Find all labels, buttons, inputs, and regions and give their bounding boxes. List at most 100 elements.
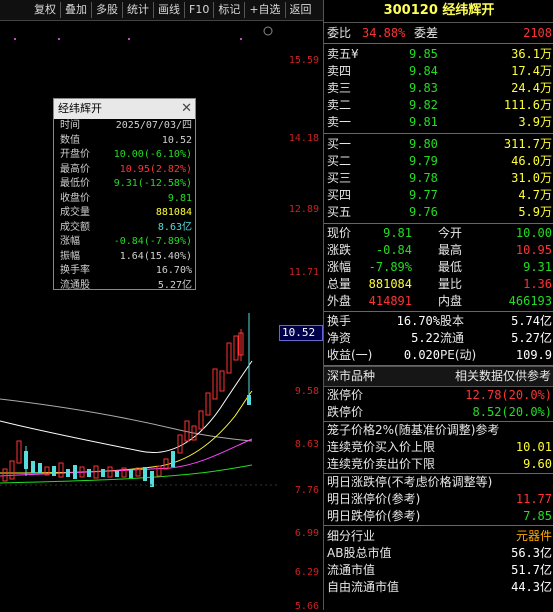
price-axis: 15.59 14.18 12.89 11.71 9.58 8.63 7.76 6… xyxy=(278,21,323,612)
stock-title: 300120 经纬辉开 xyxy=(324,0,553,23)
buy-order-row[interactable]: 买三 9.78 31.0万 xyxy=(324,170,553,187)
quote-label: 最低 xyxy=(438,260,463,274)
toolbar-button-multi-stock[interactable]: 多股 xyxy=(92,2,123,18)
industry-row-value: 56.3亿 xyxy=(511,546,552,560)
toolbar-button-add-watchlist[interactable]: +自选 xyxy=(245,2,286,18)
quote-label: 今开 xyxy=(438,226,463,240)
buy-level-label: 买四 xyxy=(327,188,352,202)
current-price-tag: 10.52 xyxy=(279,325,323,341)
quote-value: 1.36 xyxy=(523,277,552,291)
market-note: 相关数据仅供参考 xyxy=(454,369,551,383)
popup-row-value: 5.27亿 xyxy=(157,279,192,291)
toolbar-button-fuquan[interactable]: 复权 xyxy=(30,2,61,18)
price-tick: 9.58 xyxy=(294,386,319,397)
popup-row: 最低价 9.31(-12.58%) xyxy=(54,177,195,192)
industry-row: 自由流通市值 44.3亿 xyxy=(324,579,553,596)
limit-row: 跌停价 8.52(20.0%) xyxy=(324,404,553,421)
toolbar-button-back[interactable]: 返回 xyxy=(286,2,316,18)
price-tick: 6.29 xyxy=(294,567,319,578)
share-stats: 换手 16.70% 股本 5.74亿 净资 5.22 流通 5.27亿 收益(一) 0.020 PE… xyxy=(324,312,553,366)
popup-row-label: 流通股 xyxy=(60,279,90,291)
sell-level-label: 卖五¥ xyxy=(327,47,359,61)
order-price: 9.85 xyxy=(409,47,438,61)
tomorrow-row-label: 明日涨跌停(不考虑价格调整等) xyxy=(327,475,493,489)
buy-level-label: 买一 xyxy=(327,137,352,151)
limit-row: 涨停价 12.78(20.0%) xyxy=(324,387,553,404)
buy-order-row[interactable]: 买二 9.79 46.0万 xyxy=(324,153,553,170)
quote-label: 外盘 xyxy=(327,294,352,308)
candles xyxy=(2,313,251,487)
stats-label: PE(动) xyxy=(440,348,477,362)
cage-row-label: 连续竞价买入价上限 xyxy=(327,440,436,454)
popup-row-value: 10.52 xyxy=(161,134,192,146)
sell-order-row[interactable]: 卖一 9.81 3.9万 xyxy=(324,114,553,131)
price-tick: 14.18 xyxy=(288,133,319,144)
market-type: 深市品种 xyxy=(327,369,376,383)
stats-label: 收益(一) xyxy=(327,348,373,362)
sell-order-row[interactable]: 卖五¥ 9.85 36.1万 xyxy=(324,46,553,63)
close-icon[interactable]: ✕ xyxy=(181,99,192,119)
weibi-label: 委比 xyxy=(327,26,352,40)
ma-line-gray xyxy=(0,398,253,442)
tomorrow-row-label: 明日跌停价(参考) xyxy=(327,509,421,523)
toolbar-button-overlay[interactable]: 叠加 xyxy=(61,2,92,18)
popup-title: 经纬辉开 xyxy=(58,102,102,115)
stats-value: 5.27亿 xyxy=(511,331,552,345)
candle-info-popup[interactable]: 经纬辉开 ✕ 时间 2025/07/03/四 数值 10.52 开盘价 10.00(-6.… xyxy=(53,98,196,291)
chart-toolbar: 复权 叠加 多股 统计 画线 F10 标记 +自选 返回 xyxy=(0,0,323,21)
stats-value: 0.020 xyxy=(403,348,440,362)
limit-row-label: 涨停价 xyxy=(327,388,364,402)
sell-order-row[interactable]: 卖二 9.82 111.6万 xyxy=(324,97,553,114)
quote-value: -7.89% xyxy=(368,260,412,274)
stats-label: 流通 xyxy=(440,331,465,345)
buy-order-row[interactable]: 买一 9.80 311.7万 xyxy=(324,136,553,153)
stats-label: 换手 xyxy=(327,314,352,328)
popup-row-value: 2025/07/03/四 xyxy=(115,120,192,131)
order-volume: 36.1万 xyxy=(511,47,552,61)
quote-row: 总量 881084 量比 1.36 xyxy=(324,276,553,293)
popup-row-value: 9.81 xyxy=(167,192,192,204)
top-markers xyxy=(14,26,273,40)
popup-row: 开盘价 10.00(-6.10%) xyxy=(54,148,195,163)
stats-row: 净资 5.22 流通 5.27亿 xyxy=(324,330,553,347)
market-header: 深市品种 相关数据仅供参考 xyxy=(324,366,553,387)
popup-row-label: 最高价 xyxy=(60,163,90,175)
quote-summary: 现价 9.81 今开 10.00 涨跌 -0.84 最高 10.95 涨幅 -7.89% 最低 9.3… xyxy=(324,224,553,312)
quote-value: 10.00 xyxy=(515,226,552,240)
toolbar-button-draw[interactable]: 画线 xyxy=(154,2,185,18)
cage-row-label: 连续竞价卖出价下限 xyxy=(327,457,436,471)
weicha-value: 2108 xyxy=(523,26,552,40)
order-volume: 46.0万 xyxy=(511,154,552,168)
industry-row-value: 44.3亿 xyxy=(511,580,552,594)
order-price: 9.77 xyxy=(409,188,438,202)
order-price: 9.80 xyxy=(409,137,438,151)
popup-row-label: 换手率 xyxy=(60,265,90,276)
toolbar-button-mark[interactable]: 标记 xyxy=(214,2,246,18)
industry-row-label: 流通市值 xyxy=(327,563,376,577)
quote-row: 涨幅 -7.89% 最低 9.31 xyxy=(324,259,553,276)
sell-order-row[interactable]: 卖三 9.83 24.4万 xyxy=(324,80,553,97)
toolbar-button-f10[interactable]: F10 xyxy=(185,2,215,18)
buy-order-row[interactable]: 买五 9.76 5.9万 xyxy=(324,204,553,221)
stats-value: 5.22 xyxy=(411,331,440,345)
order-volume: 24.4万 xyxy=(511,81,552,95)
popup-row: 最高价 10.95(2.82%) xyxy=(54,163,195,178)
buy-order-row[interactable]: 买四 9.77 4.7万 xyxy=(324,187,553,204)
price-tick: 7.76 xyxy=(294,485,319,496)
order-price: 9.78 xyxy=(409,171,438,185)
limit-row-label: 跌停价 xyxy=(327,405,364,419)
cage-row: 连续竞价买入价上限 10.01 xyxy=(324,439,553,456)
price-tick: 11.71 xyxy=(288,267,319,278)
weibi-value: 34.88% xyxy=(362,26,406,40)
stats-label: 净资 xyxy=(327,331,352,345)
toolbar-button-stats[interactable]: 统计 xyxy=(123,2,154,18)
sell-order-row[interactable]: 卖四 9.84 17.4万 xyxy=(324,63,553,80)
tomorrow-row: 明日跌停价(参考) 7.85 xyxy=(324,508,553,525)
quote-label: 内盘 xyxy=(438,294,463,308)
cage-row-value: 10.01 xyxy=(515,440,552,454)
weicha-label: 委差 xyxy=(414,26,439,40)
order-price: 9.83 xyxy=(409,81,438,95)
quote-label: 最高 xyxy=(438,243,463,257)
popup-row-label: 成交额 xyxy=(60,221,90,233)
popup-header[interactable]: 经纬辉开 ✕ xyxy=(54,99,195,119)
